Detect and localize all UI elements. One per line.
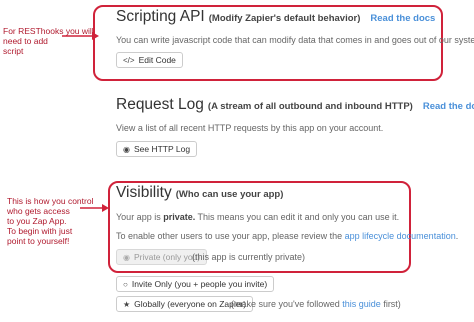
scripting-title: Scripting API (Modify Zapier's default be… [116,8,435,26]
annotation-line: script [3,46,24,56]
eye-icon: ◉ [123,144,130,154]
global-note-prefix: (make sure you've followed [231,299,343,309]
annotation-line: point to yourself! [7,236,70,246]
annotation-arrow-bottom [80,204,109,212]
visibility-enable-end: . [455,231,459,241]
annotation-line: To begin with just [7,226,73,236]
star-icon: ★ [123,299,131,309]
request-log-docs-link[interactable]: Read the docs [423,101,474,112]
private-note: (this app is currently private) [192,252,306,262]
invite-only-label: Invite Only (you + people you invite) [131,279,268,289]
user-icon: ○ [123,279,128,289]
visibility-status-suffix: This means you can edit it and only you … [195,212,400,222]
lock-icon: ◉ [123,252,130,262]
scripting-docs-link[interactable]: Read the docs [370,13,435,24]
scripting-subtitle: (Modify Zapier's default behavior) [208,13,361,24]
edit-code-label: Edit Code [138,55,176,65]
visibility-status: Your app is private. This means you can … [116,212,399,222]
this-guide-link[interactable]: this guide [342,299,381,309]
scripting-description: You can write javascript code that can m… [116,35,474,45]
see-http-log-label: See HTTP Log [133,144,191,154]
visibility-subtitle: (Who can use your app) [175,189,284,200]
request-log-subtitle: (A stream of all outbound and inbound HT… [207,101,413,112]
visibility-status-prefix: Your app is [116,212,164,222]
edit-code-button[interactable]: </> Edit Code [116,52,183,68]
visibility-status-value: private. [163,212,196,222]
global-note: (make sure you've followed this guide fi… [231,299,401,309]
request-log-description: View a list of all recent HTTP requests … [116,123,384,133]
request-log-title: Request Log (A stream of all outbound and… [116,96,474,114]
global-note-suffix: first) [380,299,401,309]
visibility-enable-prefix: To enable other users to use your app, p… [116,231,345,241]
visibility-title: Visibility (Who can use your app) [116,184,283,202]
private-button-label: Private (only you) [133,252,201,262]
app-lifecycle-link[interactable]: app lifecycle documentation [345,231,456,241]
globally-label: Globally (everyone on Zapier) [134,299,247,309]
scripting-title-text: Scripting API [116,8,205,25]
code-icon: </> [123,55,135,65]
invite-only-button[interactable]: ○ Invite Only (you + people you invite) [116,276,275,292]
see-http-log-button[interactable]: ◉ See HTTP Log [116,141,198,157]
request-log-title-text: Request Log [116,96,204,113]
visibility-enable-text: To enable other users to use your app, p… [116,231,458,241]
visibility-title-text: Visibility [116,184,172,201]
